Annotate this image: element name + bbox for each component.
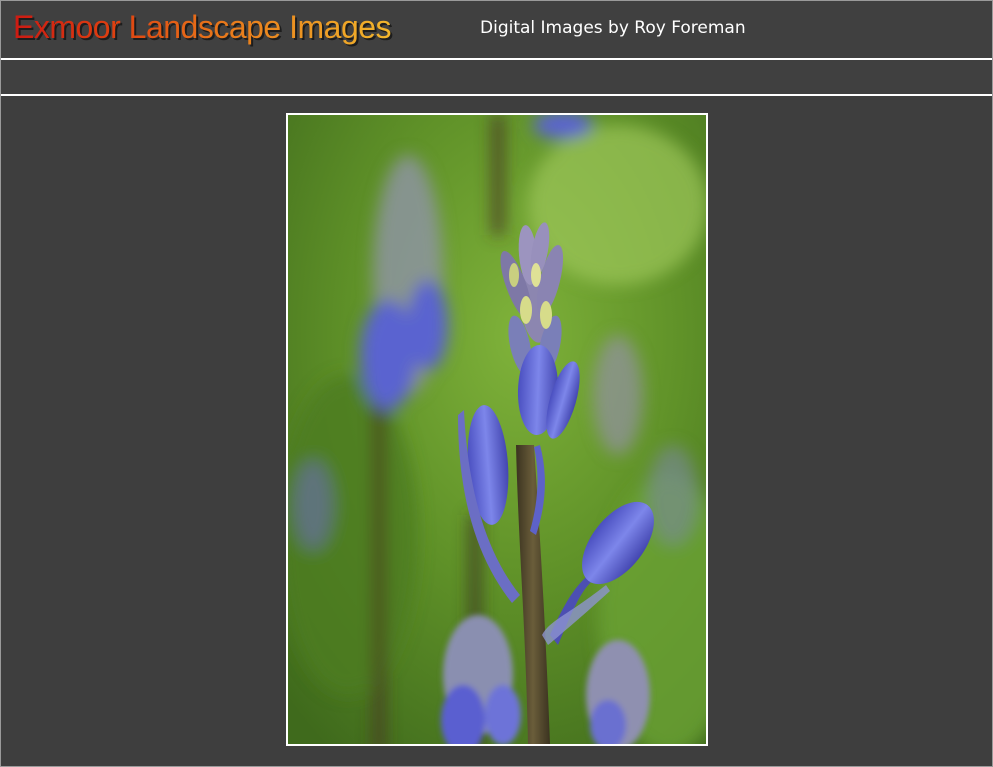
site-title[interactable]: Exmoor Landscape Images bbox=[13, 7, 392, 47]
nav-bar bbox=[1, 60, 992, 96]
site-subtitle: Digital Images by Roy Foreman bbox=[480, 18, 746, 38]
photo-image bbox=[288, 115, 706, 744]
bluebell-photo[interactable] bbox=[286, 113, 708, 746]
site-header: Exmoor Landscape Images Exmoor Landscape… bbox=[1, 1, 992, 60]
